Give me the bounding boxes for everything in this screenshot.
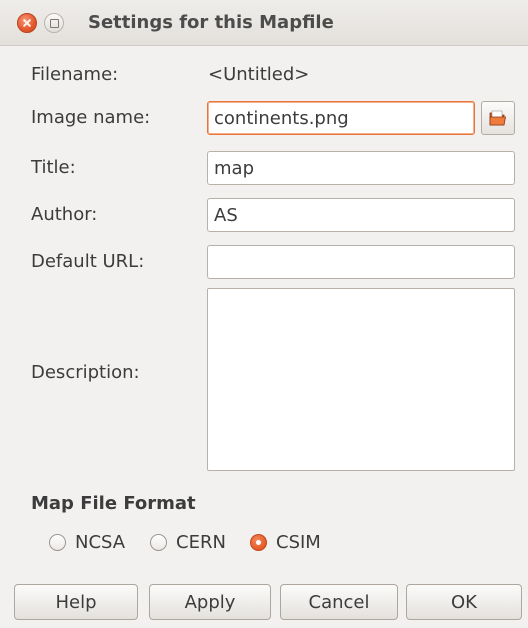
settings-dialog: Settings for this Mapfile Filename: <Unt… (0, 0, 528, 628)
image-name-label: Image name: (31, 107, 151, 128)
ok-button[interactable]: OK (406, 584, 522, 620)
filename-label: Filename: (31, 64, 119, 85)
radio-cern-indicator[interactable] (150, 533, 167, 551)
cancel-button[interactable]: Cancel (280, 584, 398, 620)
default-url-input[interactable] (207, 245, 515, 279)
radio-csim-label[interactable]: CSIM (276, 532, 321, 553)
apply-button[interactable]: Apply (149, 584, 271, 620)
title-input[interactable] (207, 151, 515, 185)
window-maximize-icon[interactable] (44, 13, 64, 33)
radio-cern[interactable]: CERN (150, 530, 226, 554)
radio-ncsa[interactable]: NCSA (49, 530, 125, 554)
folder-open-icon (489, 110, 506, 126)
default-url-label: Default URL: (31, 251, 145, 272)
description-textarea[interactable] (207, 288, 515, 471)
window-title: Settings for this Mapfile (88, 12, 334, 33)
help-button[interactable]: Help (14, 584, 138, 620)
window-close-icon[interactable] (17, 13, 37, 33)
radio-csim-indicator[interactable] (250, 533, 267, 551)
image-name-input[interactable] (207, 101, 475, 135)
description-label: Description: (31, 362, 140, 383)
browse-button[interactable] (481, 101, 515, 135)
map-file-format-heading: Map File Format (31, 493, 196, 514)
author-label: Author: (31, 204, 98, 225)
author-input[interactable] (207, 198, 515, 232)
title-bar[interactable]: Settings for this Mapfile (0, 0, 528, 46)
radio-csim[interactable]: CSIM (250, 530, 321, 554)
filename-value: <Untitled> (208, 64, 310, 85)
radio-ncsa-indicator[interactable] (49, 533, 66, 551)
title-label: Title: (31, 157, 76, 178)
radio-ncsa-label[interactable]: NCSA (75, 532, 125, 553)
radio-cern-label[interactable]: CERN (176, 532, 226, 553)
